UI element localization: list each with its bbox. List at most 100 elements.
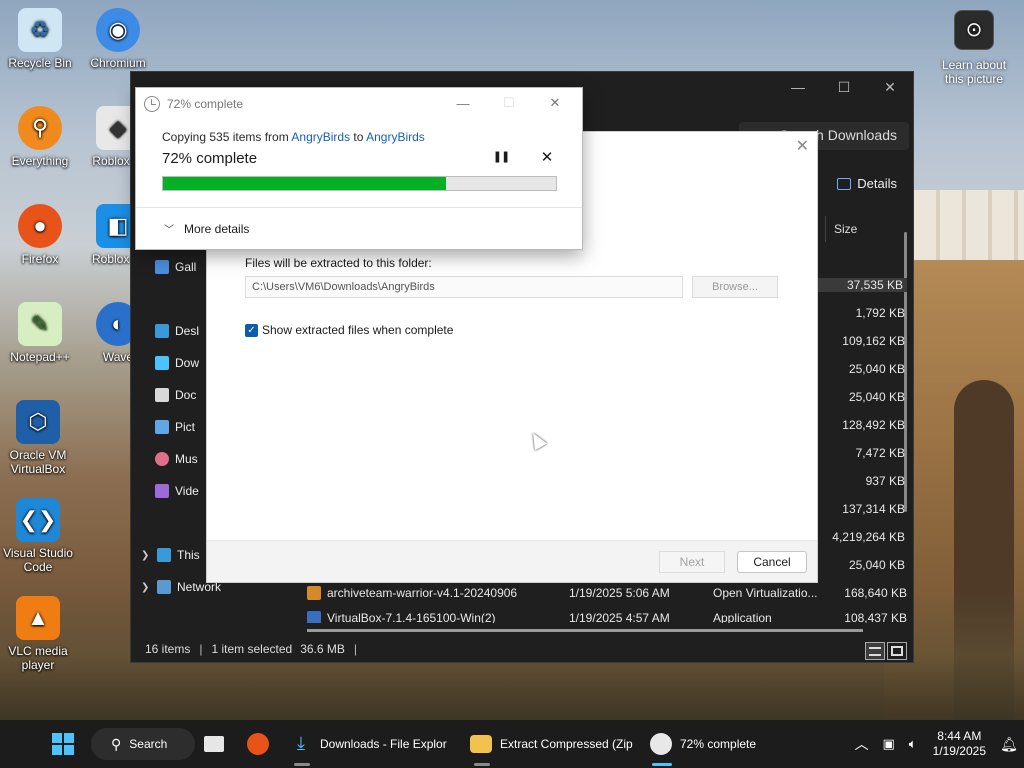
tiles-view-icon (891, 646, 903, 656)
taskbar-firefox[interactable] (247, 720, 269, 768)
explorer-caption-buttons: — ☐ ✕ (775, 72, 913, 102)
search-icon: ⚲ (111, 735, 122, 752)
file-size-cell[interactable]: 1,792 KB (825, 306, 905, 320)
desktop-icon-notepad-plus-plus[interactable]: ✎ Notepad++ (2, 302, 78, 364)
pause-button[interactable]: ❚❚ (492, 150, 510, 168)
taskbar-app-label: 72% complete (680, 737, 757, 751)
volume-icon[interactable]: 🔈︎ (901, 736, 925, 752)
percent-complete-label: 72% complete (162, 150, 258, 167)
chromium-icon: ◉ (96, 8, 140, 52)
close-icon[interactable]: ✕ (796, 136, 809, 156)
copying-description: Copying 535 items from AngryBirds to Ang… (162, 130, 425, 144)
file-size-cell[interactable]: 4,219,264 KB (825, 530, 905, 544)
copy-progress-dialog: 72% complete — ☐ ✕ Copying 535 items fro… (135, 87, 583, 250)
sidebar-item-label: Mus (175, 452, 198, 466)
taskbar: ⚲ Search ⤓ Downloads - File Explor Extra… (0, 720, 1024, 768)
network-icon (157, 580, 171, 594)
details-view-button[interactable] (865, 642, 885, 660)
view-toggle (865, 642, 907, 660)
task-view-button[interactable] (204, 720, 224, 768)
desktop-icon-everything[interactable]: ⚲ Everything (2, 106, 78, 168)
file-size-cell[interactable]: 25,040 KB (825, 558, 905, 572)
file-size-cell[interactable]: 128,492 KB (825, 418, 905, 432)
file-size: 108,437 KB (844, 611, 907, 623)
more-details-toggle[interactable]: ﹀ More details (164, 221, 249, 237)
desktop-icon-firefox[interactable]: ● Firefox (2, 204, 78, 266)
copying-text: Copying 535 items from (162, 130, 292, 144)
details-view-icon (869, 646, 881, 656)
taskbar-search[interactable]: ⚲ Search (91, 728, 195, 760)
notepad-plus-plus-icon: ✎ (18, 302, 62, 346)
show-extracted-files-checkbox[interactable]: ✓ Show extracted files when complete (245, 323, 453, 337)
file-size-cell[interactable]: 7,472 KB (825, 446, 905, 460)
sidebar-item-downloads[interactable]: Dow (155, 351, 199, 375)
dialog-title: 72% complete (167, 97, 244, 111)
file-size-cell[interactable]: 37,535 KB (817, 278, 907, 292)
selection-size: 36.6 MB (300, 642, 345, 656)
details-label: Details (857, 176, 897, 191)
sidebar-item-desktop[interactable]: Desl (155, 319, 199, 343)
sidebar-item-this-pc[interactable]: ❯ This (141, 543, 200, 567)
details-button[interactable]: Details (837, 176, 897, 191)
file-size-cell[interactable]: 137,314 KB (825, 502, 905, 516)
start-button[interactable] (52, 720, 74, 768)
clock[interactable]: 8:44 AM 1/19/2025 (933, 729, 986, 759)
desktop-icon-vscode[interactable]: ❮❯ Visual Studio Code (0, 498, 76, 574)
sidebar-item-documents[interactable]: Doc (155, 383, 196, 407)
file-size-cell[interactable]: 937 KB (825, 474, 905, 488)
network-tray-icon[interactable]: ▣ (877, 736, 901, 752)
desktop-icon-recycle-bin[interactable]: ♻ Recycle Bin (2, 8, 78, 70)
minimize-button[interactable]: — (775, 72, 821, 102)
maximize-button[interactable]: ☐ (821, 72, 867, 102)
wizard-footer: Next Cancel (207, 540, 817, 582)
browse-button[interactable]: Browse... (692, 276, 778, 298)
desktop-icon-virtualbox[interactable]: ⬡ Oracle VM VirtualBox (0, 400, 76, 476)
next-button[interactable]: Next (659, 551, 725, 573)
sidebar-item-label: Dow (175, 356, 200, 370)
file-date: 1/19/2025 5:06 AM (569, 586, 670, 600)
file-size-cell[interactable]: 109,162 KB (825, 334, 905, 348)
tiles-view-button[interactable] (887, 642, 907, 660)
clock-time: 8:44 AM (937, 729, 982, 743)
table-row[interactable]: archiveteam-warrior-v4.1-20240906 1/19/2… (307, 581, 907, 605)
sidebar-item-pictures[interactable]: Pict (155, 415, 195, 439)
folder-label: Files will be extracted to this folder: (245, 256, 432, 270)
stop-button[interactable]: ✕ (538, 148, 556, 166)
destination-folder-link[interactable]: AngryBirds (366, 130, 425, 144)
file-size-cell[interactable]: 25,040 KB (825, 390, 905, 404)
sidebar-item-gallery[interactable]: Gall (155, 255, 196, 279)
taskbar-app-progress[interactable]: 72% complete (650, 720, 756, 768)
taskbar-app-explorer[interactable]: ⤓ Downloads - File Explor (290, 720, 447, 768)
destination-path-field[interactable]: C:\Users\VM6\Downloads\AngryBirds (245, 276, 683, 298)
minimize-button[interactable]: — (440, 90, 486, 116)
file-size-cell[interactable]: 25,040 KB (825, 362, 905, 376)
system-tray: ︿ ▣ 🔈︎ 8:44 AM 1/19/2025 🔔︎ (847, 720, 1024, 768)
cancel-button[interactable]: Cancel (737, 551, 807, 573)
chevron-right-icon[interactable]: ❯ (141, 582, 151, 593)
desktop-icon-label: Visual Studio Code (3, 546, 73, 574)
table-row[interactable]: VirtualBox-7.1.4-165100-Win(2) 1/19/2025… (307, 609, 907, 623)
vscode-icon: ❮❯ (16, 498, 60, 542)
video-icon (155, 484, 169, 498)
source-folder-link[interactable]: AngryBirds (291, 130, 350, 144)
checkbox-checked-icon[interactable]: ✓ (245, 323, 258, 337)
desktop-icon-label: Firefox (21, 252, 59, 266)
ova-file-icon (307, 586, 321, 600)
desktop-icon-chromium[interactable]: ◉ Chromium (80, 8, 156, 70)
chevron-up-icon[interactable]: ︿ (847, 734, 877, 754)
notification-bell-icon[interactable]: 🔔︎ (994, 736, 1024, 753)
chevron-right-icon[interactable]: ❯ (141, 550, 151, 561)
learn-about-picture[interactable]: ⊙ Learn about this picture (936, 10, 1012, 86)
column-header-size[interactable]: Size (825, 216, 915, 242)
close-button[interactable]: ✕ (867, 72, 913, 102)
sidebar-item-videos[interactable]: Vide (155, 479, 199, 503)
running-indicator (294, 763, 310, 766)
windows-logo-icon (52, 733, 74, 755)
desktop-icon-vlc[interactable]: ▲ VLC media player (0, 596, 76, 672)
active-indicator (652, 763, 672, 766)
taskbar-app-extract[interactable]: Extract Compressed (Zip (470, 720, 633, 768)
sidebar-item-label: Desl (175, 324, 200, 338)
horizontal-scrollbar[interactable] (307, 629, 863, 632)
close-button[interactable]: ✕ (532, 90, 578, 116)
sidebar-item-music[interactable]: Mus (155, 447, 198, 471)
